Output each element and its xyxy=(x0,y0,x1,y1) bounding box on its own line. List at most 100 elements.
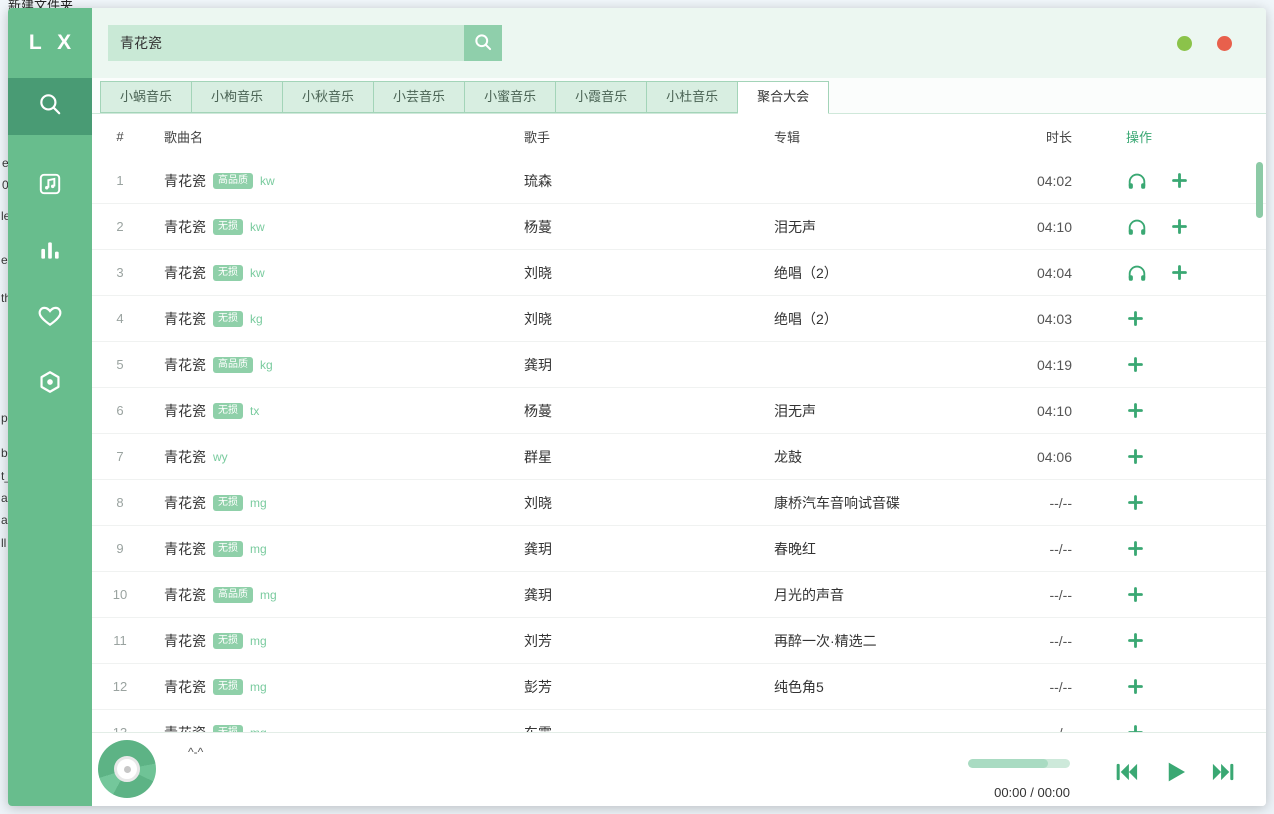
tab-6[interactable]: 小杜音乐 xyxy=(646,81,738,113)
add-button[interactable] xyxy=(1126,539,1145,558)
player-status-text: ^-^ xyxy=(188,745,203,759)
add-button[interactable] xyxy=(1126,493,1145,512)
table-row[interactable]: 13 青花瓷 无损 mg 东霞 --/-- xyxy=(92,710,1266,732)
music-list-icon xyxy=(37,171,63,202)
close-button[interactable] xyxy=(1217,36,1232,51)
table-row[interactable]: 8 青花瓷 无损 mg 刘晓 康桥汽车音响试音碟 --/-- xyxy=(92,480,1266,526)
add-button[interactable] xyxy=(1126,309,1145,328)
sidebar-item-favorites[interactable] xyxy=(8,285,92,351)
gear-icon xyxy=(37,369,63,400)
add-button[interactable] xyxy=(1170,171,1189,190)
song-title: 青花瓷 xyxy=(164,263,206,283)
album-disc-icon[interactable] xyxy=(98,740,156,798)
volume-slider[interactable] xyxy=(968,759,1070,768)
song-cell: 青花瓷 无损 kw xyxy=(148,217,516,237)
sidebar-item-settings[interactable] xyxy=(8,351,92,417)
search-input[interactable] xyxy=(108,25,464,61)
action-cell xyxy=(1116,309,1266,328)
album-cell: 绝唱（2） xyxy=(766,309,1016,329)
app-logo: L X xyxy=(8,8,92,78)
add-button[interactable] xyxy=(1126,355,1145,374)
artist-cell: 群星 xyxy=(516,447,766,467)
quality-badge: 高品质 xyxy=(213,357,253,373)
table-row[interactable]: 5 青花瓷 高品质 kg 龚玥 04:19 xyxy=(92,342,1266,388)
song-cell: 青花瓷 wy xyxy=(148,447,516,467)
top-bar xyxy=(92,8,1266,78)
album-cell: 泪无声 xyxy=(766,217,1016,237)
listen-button[interactable] xyxy=(1126,170,1148,192)
sidebar-item-songlist[interactable] xyxy=(8,153,92,219)
table-row[interactable]: 3 青花瓷 无损 kw 刘晓 绝唱（2） 04:04 xyxy=(92,250,1266,296)
search-button[interactable] xyxy=(464,25,502,61)
tab-2[interactable]: 小秋音乐 xyxy=(282,81,374,113)
artist-cell: 杨蔓 xyxy=(516,217,766,237)
table-row[interactable]: 4 青花瓷 无损 kg 刘晓 绝唱（2） 04:03 xyxy=(92,296,1266,342)
tab-label: 小秋音乐 xyxy=(302,89,354,104)
song-cell: 青花瓷 无损 kg xyxy=(148,309,516,329)
minimize-button[interactable] xyxy=(1177,36,1192,51)
artist-cell: 刘晓 xyxy=(516,309,766,329)
action-cell xyxy=(1116,631,1266,650)
tab-1[interactable]: 小枸音乐 xyxy=(191,81,283,113)
sidebar-item-search[interactable] xyxy=(8,78,92,135)
add-button[interactable] xyxy=(1126,723,1145,732)
sidebar-item-leaderboard[interactable] xyxy=(8,219,92,285)
table-row[interactable]: 7 青花瓷 wy 群星 龙鼓 04:06 xyxy=(92,434,1266,480)
song-title: 青花瓷 xyxy=(164,723,206,733)
duration-cell: 04:02 xyxy=(1016,173,1116,189)
next-button[interactable] xyxy=(1210,758,1238,786)
row-index: 8 xyxy=(92,495,148,510)
quality-badge: 无损 xyxy=(213,265,243,281)
row-index: 13 xyxy=(92,725,148,732)
tabs: 小蜗音乐 小枸音乐 小秋音乐 小芸音乐 小蜜音乐 小霞音乐 小杜音乐 聚合大会 xyxy=(92,78,1266,114)
add-button[interactable] xyxy=(1126,585,1145,604)
header-artist: 歌手 xyxy=(516,127,766,146)
quality-badge: 无损 xyxy=(213,495,243,511)
song-title: 青花瓷 xyxy=(164,171,206,191)
table-row[interactable]: 12 青花瓷 无损 mg 彭芳 纯色角5 --/-- xyxy=(92,664,1266,710)
tab-3[interactable]: 小芸音乐 xyxy=(373,81,465,113)
table-row[interactable]: 10 青花瓷 高品质 mg 龚玥 月光的声音 --/-- xyxy=(92,572,1266,618)
song-title: 青花瓷 xyxy=(164,309,206,329)
duration-cell: 04:04 xyxy=(1016,265,1116,281)
add-button[interactable] xyxy=(1170,263,1189,282)
listen-button[interactable] xyxy=(1126,216,1148,238)
add-button[interactable] xyxy=(1170,217,1189,236)
previous-button[interactable] xyxy=(1112,758,1140,786)
tab-0[interactable]: 小蜗音乐 xyxy=(100,81,192,113)
play-button[interactable] xyxy=(1160,757,1190,787)
row-index: 4 xyxy=(92,311,148,326)
desktop-text-fragment: p xyxy=(1,412,8,424)
add-button[interactable] xyxy=(1126,447,1145,466)
tab-5[interactable]: 小霞音乐 xyxy=(555,81,647,113)
table-row[interactable]: 1 青花瓷 高品质 kw 琉森 04:02 xyxy=(92,158,1266,204)
tab-4[interactable]: 小蜜音乐 xyxy=(464,81,556,113)
source-tag: mg xyxy=(250,634,267,648)
header-album: 专辑 xyxy=(766,127,1016,146)
add-button[interactable] xyxy=(1126,401,1145,420)
table-row[interactable]: 2 青花瓷 无损 kw 杨蔓 泪无声 04:10 xyxy=(92,204,1266,250)
sidebar: L X xyxy=(8,8,92,806)
action-cell xyxy=(1116,677,1266,696)
tab-7[interactable]: 聚合大会 xyxy=(737,81,829,114)
tab-label: 小杜音乐 xyxy=(666,89,718,104)
table-row[interactable]: 11 青花瓷 无损 mg 刘芳 再醉一次·精选二 --/-- xyxy=(92,618,1266,664)
album-cell: 纯色角5 xyxy=(766,677,1016,697)
song-title: 青花瓷 xyxy=(164,631,206,651)
table-row[interactable]: 9 青花瓷 无损 mg 龚玥 春晚红 --/-- xyxy=(92,526,1266,572)
listen-button[interactable] xyxy=(1126,262,1148,284)
table-row[interactable]: 6 青花瓷 无损 tx 杨蔓 泪无声 04:10 xyxy=(92,388,1266,434)
action-cell xyxy=(1116,723,1266,732)
lx-music-window: L X xyxy=(8,8,1266,806)
artist-cell: 龚玥 xyxy=(516,539,766,559)
source-tag: mg xyxy=(260,588,277,602)
scrollbar-thumb[interactable] xyxy=(1256,162,1263,218)
tab-label: 小蜜音乐 xyxy=(484,89,536,104)
source-tag: kg xyxy=(260,358,273,372)
add-button[interactable] xyxy=(1126,677,1145,696)
quality-badge: 无损 xyxy=(213,679,243,695)
add-button[interactable] xyxy=(1126,631,1145,650)
row-index: 9 xyxy=(92,541,148,556)
main-area: 小蜗音乐 小枸音乐 小秋音乐 小芸音乐 小蜜音乐 小霞音乐 小杜音乐 聚合大会 … xyxy=(92,8,1266,806)
duration-cell: 04:06 xyxy=(1016,449,1116,465)
